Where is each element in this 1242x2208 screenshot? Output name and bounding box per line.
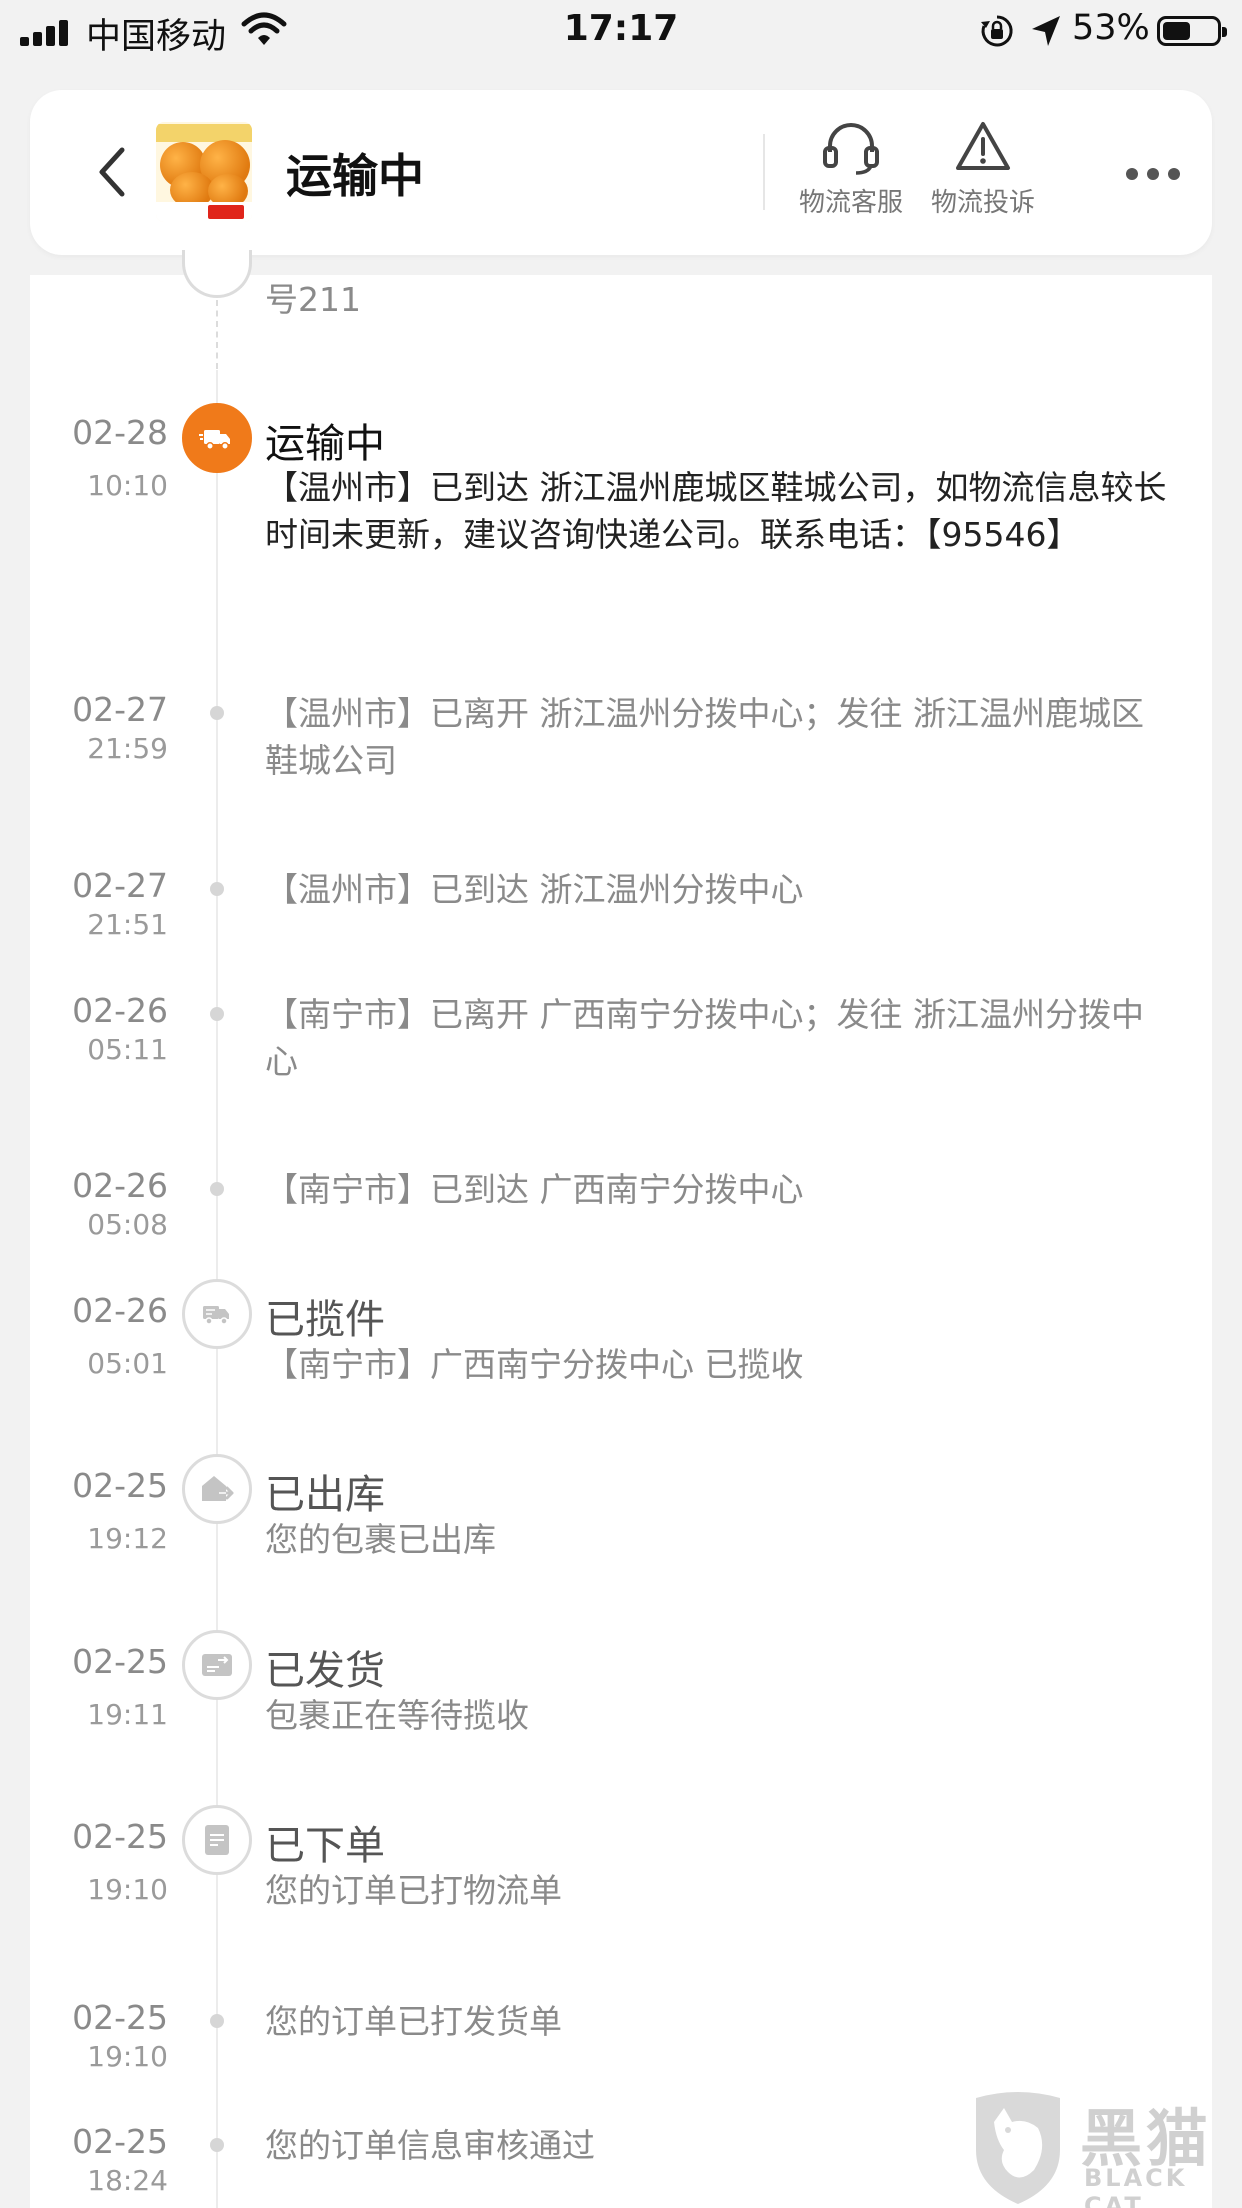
logistics-complaint-button[interactable]: 物流投诉 [918,118,1048,219]
entry-date: 02-27 [72,690,168,729]
entry-date: 02-25 [72,2122,168,2161]
entry-date: 02-26 [72,1166,168,1205]
truck-icon [199,430,230,450]
entry-date: 02-28 [72,413,168,452]
logistics-service-label: 物流客服 [798,188,903,218]
status-icon-pickup [182,1279,252,1349]
headset-icon [823,123,879,175]
entry-date: 02-25 [72,1642,168,1681]
entry-time: 05:11 [87,1033,168,1066]
back-button[interactable] [88,142,148,202]
entry-title: 已揽件 [265,1297,385,1343]
entry-time: 19:11 [87,1698,168,1731]
more-options-button[interactable] [1120,154,1186,194]
pickup-truck-icon [203,1306,229,1325]
entry-description: 包裹正在等待揽收 [265,1696,529,1735]
entry-description: 【温州市】已到达 浙江温州鹿城区鞋城公司，如物流信息较长时间未更新，建议咨询快递… [265,468,1167,554]
status-icon-ordered [182,1805,252,1875]
entry-title: 运输中 [265,421,385,467]
timeline-dot [210,1007,224,1021]
entry-description: 您的订单已打发货单 [265,2002,562,2041]
timeline-dot [210,2138,224,2152]
warning-icon [956,122,1010,170]
entry-description: 【温州市】已到达 浙江温州分拨中心 [265,870,804,909]
entry-date: 02-26 [72,991,168,1030]
watermark: 黑猫 BLACK CAT [968,2088,1240,2208]
status-icon-transit [182,403,252,473]
entry-time: 21:51 [87,908,168,941]
location-arrow-icon [1032,16,1060,46]
rotation-lock-icon [981,15,1013,47]
timeline-dot [210,1182,224,1196]
entry-time: 18:24 [87,2164,168,2197]
entry-date: 02-25 [72,1817,168,1856]
status-icon-shipped [182,1630,252,1700]
entry-title: 已发货 [265,1648,385,1694]
status-icon-outbound [182,1454,252,1524]
entry-time: 05:01 [87,1347,168,1380]
battery-icon [1157,16,1227,46]
entry-title: 已出库 [265,1472,385,1518]
logistics-complaint-label: 物流投诉 [930,188,1035,218]
entry-date: 02-27 [72,866,168,905]
entry-title: 已下单 [265,1823,385,1869]
black-cat-logo-icon [976,2092,1060,2204]
entry-time: 21:59 [87,732,168,765]
order-icon [205,1825,229,1855]
entry-time: 19:10 [87,1873,168,1906]
watermark-subtitle: BLACK CAT [1084,2164,1188,2208]
entry-date: 02-25 [72,1998,168,2037]
product-thumbnail[interactable] [156,122,252,222]
entry-date: 02-26 [72,1291,168,1330]
entry-time: 19:10 [87,2040,168,2073]
entry-description: 【温州市】已离开 浙江温州分拨中心；发往 浙江温州鹿城区鞋城公司 [265,694,1144,780]
shipped-icon [202,1654,232,1676]
entry-time: 19:12 [87,1522,168,1555]
timeline-dot [210,882,224,896]
entry-description: 您的包裹已出库 [265,1520,496,1559]
entry-description: 【南宁市】广西南宁分拨中心 已揽收 [265,1345,804,1384]
entry-time: 10:10 [87,469,168,502]
logistics-page: 中国移动 17:17 53% 运输中 物流客服 物流投诉 号211 02-28 … [0,0,1242,2208]
logistics-service-button[interactable]: 物流客服 [786,118,916,219]
entry-description: 号211 [265,280,361,319]
battery-percent: 53% [1072,8,1150,48]
header-bar: 运输中 物流客服 物流投诉 [30,90,1212,255]
entry-date: 02-25 [72,1466,168,1505]
timeline-dot [210,706,224,720]
page-title: 运输中 [286,149,424,203]
timeline-card [30,275,1212,2208]
warehouse-out-icon [202,1476,234,1501]
entry-description: 您的订单已打物流单 [265,1871,562,1910]
timeline-dot [210,2014,224,2028]
status-bar: 中国移动 17:17 53% [0,0,1242,64]
entry-description: 【南宁市】已到达 广西南宁分拨中心 [265,1170,804,1209]
entry-description: 【南宁市】已离开 广西南宁分拨中心；发往 浙江温州分拨中心 [265,995,1144,1081]
header-divider [763,134,765,210]
entry-time: 05:08 [87,1208,168,1241]
